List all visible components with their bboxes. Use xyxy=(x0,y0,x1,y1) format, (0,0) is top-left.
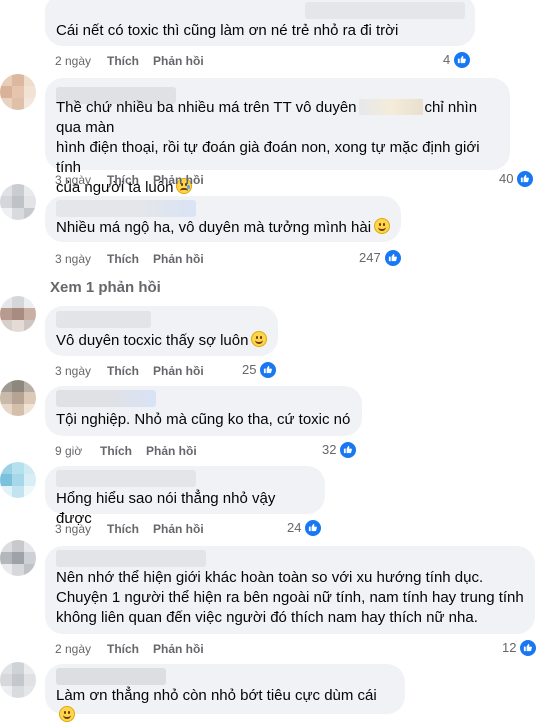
avatar[interactable] xyxy=(0,296,36,332)
like-button[interactable]: Thích xyxy=(107,521,139,537)
like-button[interactable]: Thích xyxy=(107,251,139,267)
comment-bubble: Nên nhớ thể hiện giới khác hoàn toàn so … xyxy=(45,546,535,634)
redacted-author-name xyxy=(56,390,156,407)
comment-bubble: Làm ơn thẳng nhỏ còn nhỏ bớt tiêu cực dù… xyxy=(45,664,405,722)
comment-text: Nhiều má ngộ ha, vô duyên mà tưởng mình … xyxy=(56,218,391,238)
redacted-author-name xyxy=(56,470,196,487)
reaction-number: 4 xyxy=(443,52,451,67)
redacted-author-name xyxy=(56,311,151,328)
reaction-count[interactable]: 247 xyxy=(359,249,402,267)
comment-timestamp[interactable]: 9 giờ xyxy=(55,443,82,459)
reply-button[interactable]: Phản hồi xyxy=(146,443,197,459)
comment-timestamp[interactable]: 3 ngày xyxy=(55,172,91,188)
like-button[interactable]: Thích xyxy=(107,363,139,379)
reaction-number: 25 xyxy=(242,362,257,377)
comment-timestamp[interactable]: 3 ngày xyxy=(55,251,91,267)
redacted-author-name xyxy=(56,550,206,567)
avatar[interactable] xyxy=(0,184,36,220)
reaction-count[interactable]: 12 xyxy=(502,639,538,657)
reply-button[interactable]: Phản hồi xyxy=(153,251,204,267)
reaction-number: 40 xyxy=(499,171,514,186)
comment-text: Vô duyên tocxic thấy sợ luôn xyxy=(56,331,268,351)
comment-text: Làm ơn thẳng nhỏ còn nhỏ bớt tiêu cực dù… xyxy=(56,686,395,726)
avatar[interactable] xyxy=(0,380,36,416)
reaction-number: 24 xyxy=(287,520,302,535)
like-icon xyxy=(304,519,323,537)
like-icon xyxy=(383,249,402,267)
reaction-count[interactable]: 24 xyxy=(287,519,323,537)
like-button[interactable]: Thích xyxy=(100,443,132,459)
comment-text: Cái nết có toxic thì cũng làm ơn né trẻ … xyxy=(56,22,399,39)
comment-line: Nhiều má ngộ ha, vô duyên mà tưởng mình … xyxy=(56,219,372,236)
like-icon xyxy=(519,639,538,657)
reaction-count[interactable]: 25 xyxy=(242,361,278,379)
comment-bubble: Thề chứ nhiều ba nhiều má trên TT vô duy… xyxy=(45,78,510,196)
reaction-number: 32 xyxy=(322,442,337,457)
redacted-author-name xyxy=(305,2,465,19)
smile-emoji xyxy=(374,218,391,234)
comment-bubble: Nhiều má ngộ ha, vô duyên mà tưởng mình … xyxy=(45,196,401,242)
like-icon xyxy=(453,51,472,69)
reply-button[interactable]: Phản hồi xyxy=(153,53,204,69)
comment-timestamp[interactable]: 3 ngày xyxy=(55,521,91,537)
avatar[interactable] xyxy=(0,74,36,110)
comment-timestamp[interactable]: 3 ngày xyxy=(55,363,91,379)
comment-bubble: Cái nết có toxic thì cũng làm ơn né trẻ … xyxy=(45,0,475,46)
like-button[interactable]: Thích xyxy=(107,641,139,657)
reply-button[interactable]: Phản hồi xyxy=(153,641,204,657)
avatar[interactable] xyxy=(0,540,36,576)
reaction-count[interactable]: 32 xyxy=(322,441,358,459)
reaction-number: 12 xyxy=(502,640,517,655)
comment-timestamp[interactable]: 2 ngày xyxy=(55,53,91,69)
reaction-count[interactable]: 40 xyxy=(499,170,535,188)
comment-timestamp[interactable]: 2 ngày xyxy=(55,641,91,657)
like-button[interactable]: Thích xyxy=(107,53,139,69)
comment-bubble: Vô duyên tocxic thấy sợ luôn xyxy=(45,306,278,356)
comment-line: Vô duyên tocxic thấy sợ luôn xyxy=(56,332,249,349)
avatar[interactable] xyxy=(0,662,36,698)
reply-button[interactable]: Phản hồi xyxy=(153,363,204,379)
avatar[interactable] xyxy=(0,462,36,498)
comment-line: không liên quan đến việc người đó thích … xyxy=(56,609,478,626)
comment-text: Tội nghiệp. Nhỏ mà cũng ko tha, cứ toxic… xyxy=(56,411,351,428)
redacted-author-name xyxy=(56,200,196,217)
comment-line: Chuyện 1 người thể hiện ra bên ngoài nữ … xyxy=(56,589,524,606)
redacted-mention xyxy=(358,99,423,115)
view-replies-link[interactable]: Xem 1 phản hồi xyxy=(50,279,161,296)
like-icon xyxy=(516,170,535,188)
comment-text: Nên nhớ thể hiện giới khác hoàn toàn so … xyxy=(56,568,525,628)
reply-button[interactable]: Phản hồi xyxy=(153,172,204,188)
smile-emoji xyxy=(59,706,75,722)
comment-line: Thề chứ nhiều ba nhiều má trên TT vô duy… xyxy=(56,99,357,116)
reply-button[interactable]: Phản hồi xyxy=(153,521,204,537)
smile-emoji xyxy=(251,331,268,347)
reaction-number: 247 xyxy=(359,250,381,265)
like-icon xyxy=(259,361,278,379)
comment-line: Làm ơn thẳng nhỏ còn nhỏ bớt tiêu cực dù… xyxy=(56,687,377,704)
reaction-count[interactable]: 4 xyxy=(443,51,472,69)
comment-bubble: Tội nghiệp. Nhỏ mà cũng ko tha, cứ toxic… xyxy=(45,386,362,436)
like-icon xyxy=(339,441,358,459)
comment-line: Nên nhớ thể hiện giới khác hoàn toàn so … xyxy=(56,569,484,586)
comment-bubble: Hổng hiểu sao nói thẳng nhỏ vậy được xyxy=(45,466,325,527)
like-button[interactable]: Thích xyxy=(107,172,139,188)
redacted-author-name xyxy=(56,668,166,685)
